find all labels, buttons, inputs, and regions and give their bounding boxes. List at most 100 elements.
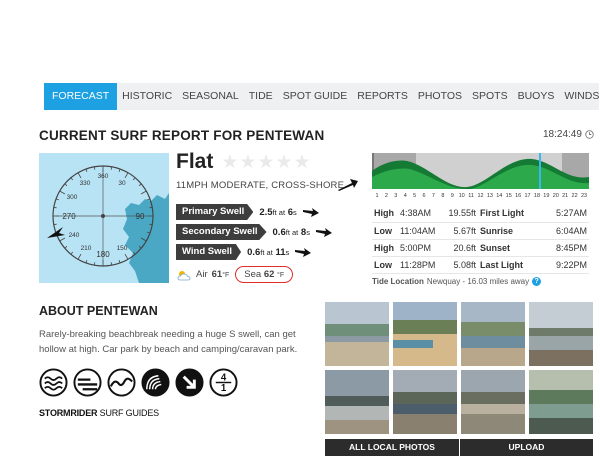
swell-value: 0.6ft at 8s (272, 226, 310, 238)
compass-label-30: 30 (118, 180, 126, 187)
photo-thumbnail[interactable] (529, 302, 593, 366)
compass-label-180: 180 (96, 250, 110, 259)
photo-thumbnail[interactable] (393, 370, 457, 434)
tide-hour-label: 18 (534, 193, 540, 199)
tide-hour-label: 23 (581, 193, 587, 199)
compass-tick (147, 198, 151, 201)
tide-row: Low 11:04AM 5.67ft Sunrise 6:04AM (372, 222, 589, 240)
tide-hour-label: 13 (487, 193, 493, 199)
stormrider-logo[interactable]: STORMRIDER SURF GUIDES (39, 408, 159, 418)
compass-tick (118, 260, 121, 264)
swell-label: Secondary Swell (176, 224, 267, 240)
compass-label-330: 330 (80, 180, 91, 187)
compass-tick (77, 253, 82, 260)
tide-hour-label: 4 (404, 193, 407, 199)
photo-thumbnail[interactable] (461, 302, 525, 366)
compass-tick (140, 190, 147, 195)
tide-hour-label: 2 (385, 193, 388, 199)
swell-compass: 360 330 30 300 270 90 240 210 150 180 (39, 153, 169, 283)
compass-dial: 360 330 30 300 270 90 240 210 150 180 (47, 165, 169, 283)
compass-tick (93, 166, 96, 170)
tide-hour-label: 6 (423, 193, 426, 199)
tab-forecast[interactable]: FORECAST (44, 83, 118, 110)
swell-direction-arrow-icon (315, 227, 332, 237)
info-icon[interactable]: ? (532, 277, 542, 286)
page-title: CURRENT SURF REPORT FOR PENTEWAN (39, 128, 325, 143)
photo-thumbnail[interactable] (461, 370, 525, 434)
spot-guide-icons: 41 (39, 368, 238, 397)
compass-tick (124, 172, 129, 179)
compass-tick (53, 223, 57, 226)
compass-tick (64, 245, 68, 249)
compass-tick (64, 183, 68, 187)
photo-thumbnail[interactable] (529, 370, 593, 434)
tide-location-label: Tide Location (372, 277, 424, 286)
sun-label: Sunrise (478, 222, 538, 240)
tab-photos[interactable]: PHOTOS (413, 83, 467, 110)
upload-button[interactable]: UPLOAD (460, 439, 593, 456)
swell-label: Primary Swell (176, 204, 254, 220)
tide-hour-label: 9 (451, 193, 454, 199)
swell-direction-arrow-icon (47, 227, 65, 238)
compass-tick (132, 177, 136, 181)
compass-tick (70, 251, 74, 255)
tide-hour-label: 17 (524, 193, 530, 199)
tab-historic[interactable]: HISTORIC (117, 83, 177, 110)
surf-rating: Flat ★ ★ ★ ★ ★ (176, 150, 312, 174)
wind-swell-row: Wind Swell 0.6ft at 11s (176, 244, 312, 260)
tide-time: 11:04AM (398, 222, 442, 240)
air-temp-label: Air (196, 269, 208, 280)
tab-winds[interactable]: WINDS (559, 83, 600, 110)
tide-type: High (372, 239, 398, 257)
tab-buoys[interactable]: BUOYS (513, 83, 560, 110)
compass-tick (110, 166, 113, 170)
tab-reports[interactable]: REPORTS (352, 83, 413, 110)
star-icon: ★ (239, 151, 257, 173)
all-local-photos-button[interactable]: ALL LOCAL PHOTOS (325, 439, 459, 456)
compass-label-90: 90 (136, 212, 145, 221)
tide-hour-label: 22 (572, 193, 578, 199)
tide-hour-label: 3 (394, 193, 397, 199)
star-icon: ★ (275, 151, 293, 173)
wind-direction-arrow-icon (338, 179, 358, 191)
sea-temp-label: Sea (244, 269, 262, 280)
tab-spots[interactable]: SPOTS (467, 83, 513, 110)
bottom-type-icon (73, 368, 102, 397)
compass-label-150: 150 (117, 245, 128, 252)
sun-time: 9:22PM (538, 256, 589, 274)
tab-tide[interactable]: TIDE (244, 83, 278, 110)
tide-time: 5:00PM (398, 239, 442, 257)
compass-tick (149, 206, 153, 209)
sea-temp: Sea 62 °F (235, 266, 294, 283)
compass-tick (59, 190, 66, 195)
compass-tick (93, 262, 96, 266)
photo-thumbnail[interactable] (325, 302, 389, 366)
tide-location: Tide Location Newquay - 16.03 miles away… (372, 277, 542, 286)
compass-label-270: 270 (62, 212, 76, 221)
tab-seasonal[interactable]: SEASONAL (177, 83, 244, 110)
sea-temp-value: 62 °F (263, 269, 285, 280)
compass-label-240: 240 (69, 232, 80, 239)
tide-row: Low 11:28PM 5.08ft Last Light 9:22PM (372, 256, 589, 274)
compass-tick (110, 262, 113, 266)
rating-text: Flat (176, 150, 214, 173)
tide-location-value: Newquay - 16.03 miles away (426, 277, 530, 286)
photo-thumbnail[interactable] (393, 302, 457, 366)
tab-spot-guide[interactable]: SPOT GUIDE (278, 83, 353, 110)
report-time: 18:24:49 (543, 129, 594, 140)
tide-height: 5.08ft (442, 256, 478, 274)
hollow-wave-icon (141, 368, 170, 397)
tide-hour-label: 19 (543, 193, 549, 199)
tide-row: High 5:00PM 20.6ft Sunset 8:45PM (372, 239, 589, 257)
compass-tick (70, 177, 74, 181)
compass-tick (85, 260, 88, 264)
tide-hour-label: 20 (553, 193, 559, 199)
temperatures: Air 61°F Sea 62 °F (176, 266, 294, 283)
photo-thumbnail[interactable] (325, 370, 389, 434)
forecast-nav: FORECAST HISTORIC SEASONAL TIDE SPOT GUIDE RE… (44, 83, 599, 110)
star-icon: ★ (293, 151, 311, 173)
tide-type: Low (372, 256, 398, 274)
tide-height: 19.55ft (442, 205, 478, 223)
tide-hour-label: 14 (496, 193, 502, 199)
tide-time: 11:28PM (398, 256, 442, 274)
